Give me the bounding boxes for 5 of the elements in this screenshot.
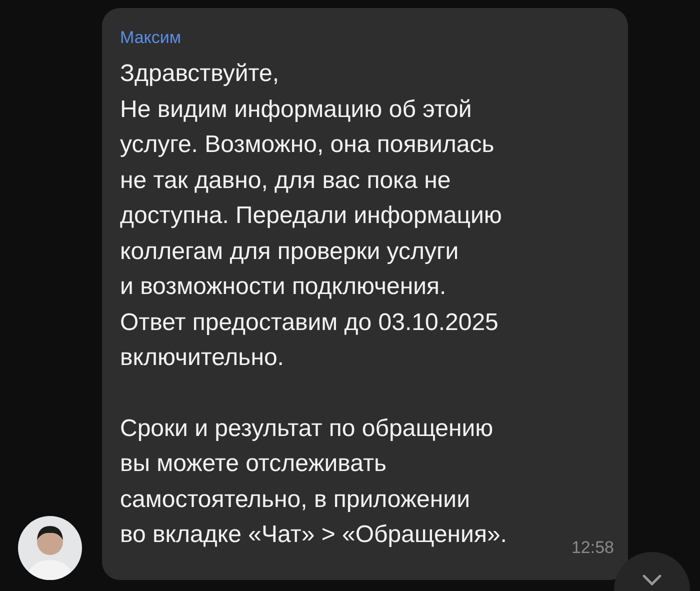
sender-name: Максим	[120, 28, 182, 48]
message-text: Здравствуйте, Не видим информацию об этой услуге. Возможно, она появилась не так давно, для вас пока не доступна. Передали информацию коллегам для проверки услуги и возможности подключения. Ответ предоставим до 03.10.2025 включительно.	[120, 59, 502, 373]
message-text: Сроки и результат по обращению вы можете отслеживать самостоятельно, в приложении во вкладке «Чат» > «Обращения».	[120, 414, 507, 550]
message-time: 12:58	[571, 536, 614, 558]
chevron-down-icon	[642, 574, 662, 586]
